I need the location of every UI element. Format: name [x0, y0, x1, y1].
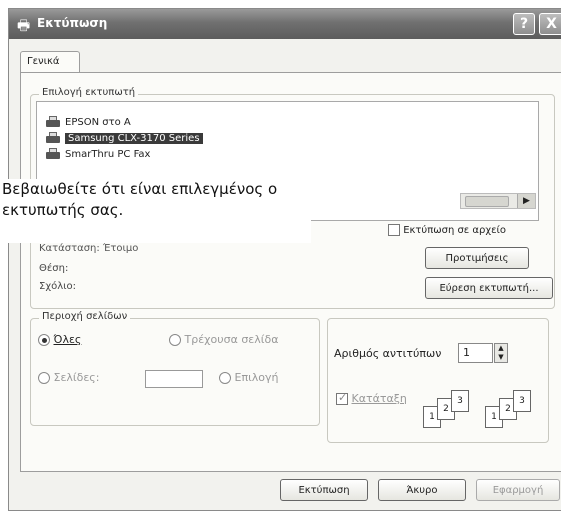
radio-all[interactable]	[38, 334, 50, 346]
printer-icon	[45, 116, 61, 128]
printer-name: SmarThru PC Fax	[65, 148, 151, 160]
print-to-file-option[interactable]: Εκτύπωση σε αρχείο	[388, 224, 506, 236]
radio-pages[interactable]	[38, 372, 50, 384]
collate-page: 3	[451, 390, 469, 412]
status-label: Κατάσταση:	[39, 243, 100, 254]
printer-icon	[45, 132, 61, 144]
printer-name: EPSON στο A	[65, 116, 131, 128]
print-button[interactable]: Εκτύπωση	[280, 479, 368, 501]
help-button[interactable]: ?	[513, 13, 535, 35]
radio-all-label: Όλες	[53, 333, 82, 346]
printer-select-legend: Επιλογή εκτυπωτή	[39, 87, 139, 98]
radio-selection-label: Επιλογή	[234, 371, 279, 384]
spin-down-icon[interactable]: ▼	[495, 353, 507, 362]
scroll-right-arrow-icon[interactable]: ▶	[517, 194, 535, 208]
printer-icon: 🖶	[17, 18, 31, 34]
fax-icon	[45, 148, 61, 160]
spin-up-icon[interactable]: ▲	[495, 344, 507, 353]
collate-option[interactable]: Κατάταξη	[336, 391, 407, 405]
radio-selection[interactable]	[219, 372, 231, 384]
tab-general[interactable]: Γενικά	[20, 51, 80, 73]
find-printer-button[interactable]: Εύρεση εκτυπωτή...	[425, 277, 553, 299]
print-to-file-checkbox[interactable]	[388, 224, 400, 236]
collate-checkbox[interactable]	[336, 391, 348, 405]
apply-button[interactable]: Εφαρμογή	[476, 479, 560, 501]
collate-illustration-1: 1 2 3	[423, 390, 473, 430]
collate-illustration-2: 1 2 3	[485, 390, 535, 430]
printer-list-scrollbar[interactable]: ▶	[460, 193, 536, 209]
instruction-callout: Βεβαιωθείτε ότι είναι επιλεγμένος ο εκτυ…	[0, 179, 311, 243]
radio-pages-option[interactable]: Σελίδες:	[38, 371, 99, 384]
radio-current-page-label: Τρέχουσα σελίδα	[184, 333, 279, 346]
location-label: Θέση:	[39, 263, 69, 274]
status-value: Έτοιμο	[102, 243, 139, 254]
printer-item-epson[interactable]: EPSON στο A	[45, 114, 131, 130]
collate-label: Κατάταξη	[351, 392, 407, 405]
window-title: Εκτύπωση	[37, 16, 108, 30]
printer-item-fax[interactable]: SmarThru PC Fax	[45, 146, 150, 162]
copies-spinner[interactable]: ▲ ▼	[494, 343, 508, 363]
close-button[interactable]: X	[539, 13, 561, 35]
radio-selection-option[interactable]: Επιλογή	[219, 371, 279, 384]
title-bar: 🖶 Εκτύπωση ? X	[9, 9, 561, 39]
status-row: Κατάσταση: Έτοιμο	[39, 243, 138, 254]
collate-page: 3	[513, 390, 531, 412]
cancel-button[interactable]: Άκυρο	[378, 479, 466, 501]
pages-input[interactable]	[145, 370, 203, 388]
copies-label: Αριθμός αντιτύπων	[334, 347, 442, 360]
radio-current-page[interactable]	[169, 334, 181, 346]
printer-item-samsung[interactable]: Samsung CLX-3170 Series	[45, 130, 203, 146]
print-to-file-label: Εκτύπωση σε αρχείο	[403, 225, 506, 236]
printer-name-selected: Samsung CLX-3170 Series	[65, 132, 203, 144]
radio-current-page-option[interactable]: Τρέχουσα σελίδα	[169, 333, 278, 346]
radio-pages-label: Σελίδες:	[53, 371, 100, 384]
scroll-thumb[interactable]	[465, 196, 509, 207]
comment-label: Σχόλιο:	[39, 281, 77, 292]
page-range-legend: Περιοχή σελίδων	[39, 311, 131, 322]
copies-input[interactable]: 1	[458, 343, 493, 363]
preferences-button[interactable]: Προτιμήσεις	[425, 247, 529, 269]
radio-all-option[interactable]: Όλες	[38, 333, 81, 346]
